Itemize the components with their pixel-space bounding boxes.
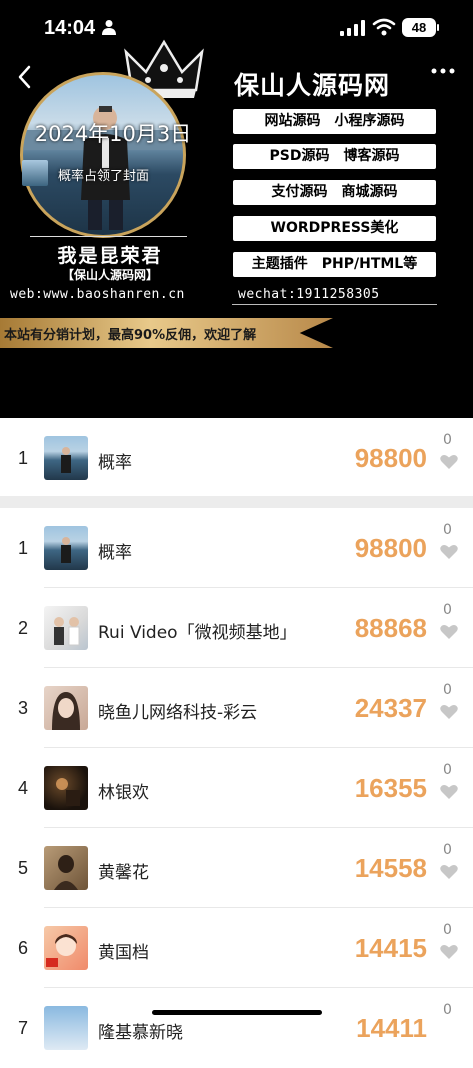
- profile-photo-circle: [20, 72, 186, 238]
- step-score: 16355: [354, 773, 427, 803]
- user-name: 林银欢: [98, 783, 149, 803]
- like-count: 0: [443, 922, 452, 938]
- avatar: [44, 1006, 88, 1050]
- rank-number: 6: [17, 938, 28, 958]
- heart-icon[interactable]: [440, 454, 458, 470]
- step-score: 98800: [354, 443, 427, 473]
- back-icon[interactable]: [14, 62, 36, 92]
- heart-icon[interactable]: [440, 944, 458, 960]
- avatar: [44, 926, 88, 970]
- owner-subtitle: 【保山人源码网】: [61, 268, 158, 282]
- avatar: [44, 686, 88, 730]
- heart-icon[interactable]: [440, 704, 458, 720]
- avatar: [44, 606, 88, 650]
- avatar: [44, 526, 88, 570]
- leaderboard-row[interactable]: 2 Rui Video「微视频基地」 88868 0: [0, 588, 473, 668]
- cover-owner-text: 概率占领了封面: [58, 169, 150, 184]
- owner-name: 我是昆荣君: [57, 245, 163, 267]
- like-count: 0: [443, 682, 452, 698]
- avatar: [44, 436, 88, 480]
- step-score: 98800: [354, 533, 427, 563]
- battery-indicator: 48: [402, 18, 436, 37]
- person-icon: [102, 20, 116, 35]
- user-name: 晓鱼儿网络科技-彩云: [98, 703, 258, 723]
- status-bar: 14:04 48: [0, 0, 473, 52]
- tag-label: 支付源码 商城源码: [233, 180, 436, 205]
- like-count: 0: [443, 522, 452, 538]
- rank-number: 4: [17, 778, 28, 798]
- user-name: 黄馨花: [98, 863, 149, 883]
- rank-number: 2: [17, 618, 28, 638]
- heart-icon[interactable]: [440, 544, 458, 560]
- cover-date: 2024年10月3日: [34, 122, 192, 146]
- rank-number: 1: [17, 448, 28, 468]
- website-text: web:www.baoshanren.cn: [10, 287, 185, 302]
- more-options-icon[interactable]: [430, 66, 456, 76]
- heart-icon[interactable]: [440, 784, 458, 800]
- divider: [232, 304, 437, 305]
- step-score: 14411: [356, 1013, 427, 1043]
- user-name: 隆基慕新晓: [98, 1023, 183, 1043]
- divider: [30, 236, 187, 237]
- rank-number: 1: [17, 538, 28, 558]
- heart-icon[interactable]: [440, 864, 458, 880]
- tag-label: PSD源码 博客源码: [233, 144, 436, 169]
- step-score: 24337: [354, 693, 427, 723]
- promo-ribbon-text: 本站有分销计划，最高90%反佣，欢迎了解: [4, 328, 257, 343]
- wechat-text: wechat:1911258305: [238, 287, 380, 302]
- site-title: 保山人源码网: [234, 71, 391, 100]
- user-name: 黄国档: [98, 943, 149, 963]
- rank-number: 5: [17, 858, 28, 878]
- like-count: 0: [443, 432, 452, 448]
- leaderboard-row[interactable]: 5 黄馨花 14558 0: [0, 828, 473, 908]
- cover-banner: 2024年10月3日 概率占领了封面 保山人源码网 网站源码 小程序源码 PSD…: [0, 0, 473, 418]
- my-rank-row[interactable]: 1 概率 98800 0: [0, 418, 473, 498]
- leaderboard-row[interactable]: 7 隆基慕新晓 14411 0: [0, 988, 473, 1068]
- avatar: [44, 766, 88, 810]
- heart-icon[interactable]: [440, 624, 458, 640]
- tag-label: 网站源码 小程序源码: [233, 109, 436, 134]
- battery-tip: [437, 24, 439, 31]
- signal-icon: [340, 20, 365, 36]
- tag-label: 主题插件 PHP/HTML等: [233, 252, 436, 277]
- like-count: 0: [443, 602, 452, 618]
- leaderboard-row[interactable]: 3 晓鱼儿网络科技-彩云 24337 0: [0, 668, 473, 748]
- status-time: 14:04: [44, 17, 96, 39]
- home-indicator[interactable]: [152, 1010, 322, 1015]
- step-score: 14558: [354, 853, 427, 883]
- step-score: 88868: [354, 613, 427, 643]
- wifi-icon: [372, 18, 396, 36]
- rank-number: 7: [17, 1018, 28, 1038]
- user-name: 概率: [98, 543, 132, 563]
- like-count: 0: [443, 842, 452, 858]
- avatar: [44, 846, 88, 890]
- rank-number: 3: [17, 698, 28, 718]
- like-count: 0: [443, 762, 452, 778]
- leaderboard-row[interactable]: 4 林银欢 16355 0: [0, 748, 473, 828]
- cover-owner-avatar[interactable]: [22, 160, 48, 186]
- leaderboard-row[interactable]: 1 概率 98800 0: [0, 508, 473, 588]
- user-name: 概率: [98, 453, 132, 473]
- leaderboard-row[interactable]: 6 黄国档 14415 0: [0, 908, 473, 988]
- user-name: Rui Video「微视频基地」: [98, 623, 297, 643]
- tag-label: WORDPRESS美化: [233, 216, 436, 241]
- section-gap: [0, 496, 473, 508]
- step-score: 14415: [354, 933, 427, 963]
- like-count: 0: [443, 1002, 452, 1018]
